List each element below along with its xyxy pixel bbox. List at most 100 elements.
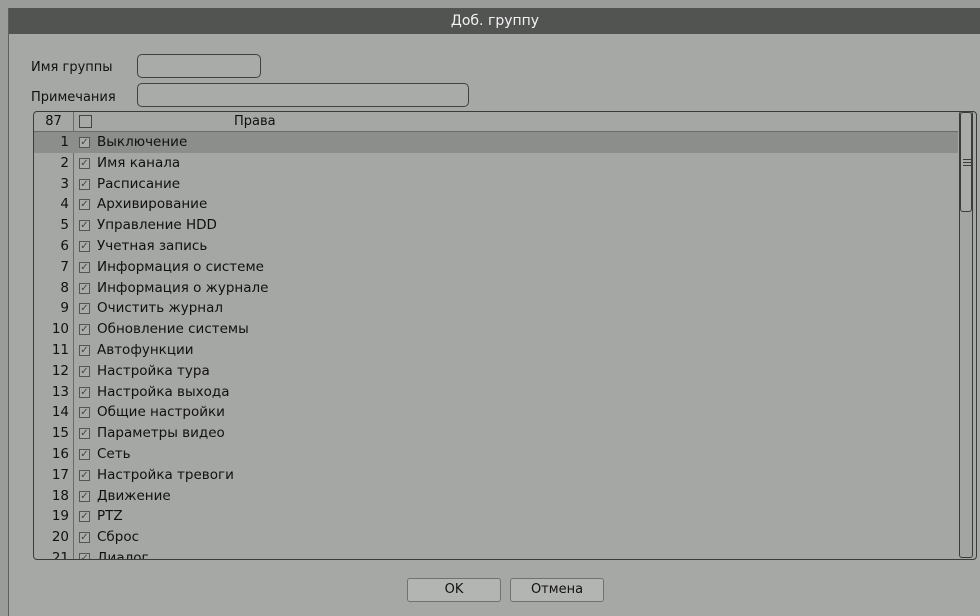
permission-checkbox[interactable]: ✓	[79, 469, 90, 481]
notes-label: Примечания	[31, 90, 116, 105]
group-name-input[interactable]	[137, 54, 261, 78]
permissions-count: 87	[45, 114, 62, 129]
permission-checkbox[interactable]: ✓	[79, 137, 90, 148]
select-all-checkbox[interactable]	[79, 115, 92, 128]
permission-row[interactable]: 19 ✓ PTZ	[34, 506, 958, 527]
permission-row[interactable]: 1 ✓ Выключение	[34, 132, 958, 153]
row-number: 10	[51, 321, 69, 338]
permissions-list-header: 87 Права	[34, 112, 958, 132]
row-number: 9	[60, 300, 69, 317]
permission-label: Сброс	[97, 529, 140, 546]
permission-checkbox[interactable]: ✓	[79, 552, 90, 559]
permission-label: Движение	[97, 487, 171, 504]
permission-row[interactable]: 14 ✓ Общие настройки	[34, 402, 958, 423]
add-group-dialog: Доб. группу Имя группы Примечания 87 Пра…	[8, 8, 980, 616]
permission-checkbox[interactable]: ✓	[79, 178, 90, 190]
row-number: 5	[60, 217, 69, 234]
row-number: 11	[51, 341, 69, 358]
permission-checkbox[interactable]: ✓	[79, 407, 90, 419]
permission-label: Параметры видео	[97, 425, 225, 442]
row-number: 3	[60, 175, 69, 192]
row-number: 12	[51, 362, 69, 379]
group-name-label: Имя группы	[31, 60, 113, 75]
permission-label: Настройка тура	[97, 362, 210, 379]
thumb-grip-line	[963, 165, 971, 166]
permission-checkbox[interactable]: ✓	[79, 303, 90, 315]
permission-label: Выключение	[97, 134, 188, 150]
row-number: 21	[51, 549, 69, 560]
permission-row[interactable]: 11 ✓ Автофункции	[34, 340, 958, 361]
permission-label: Архивирование	[97, 196, 208, 213]
permission-row[interactable]: 3 ✓ Расписание	[34, 174, 958, 195]
permission-checkbox[interactable]: ✓	[79, 282, 90, 294]
row-number: 15	[51, 425, 69, 442]
permission-label: Настройка тревоги	[97, 466, 234, 483]
row-number: 20	[51, 529, 69, 546]
permission-row[interactable]: 10 ✓ Обновление системы	[34, 319, 958, 340]
permission-row[interactable]: 21 ✓ Диалог	[34, 548, 958, 560]
thumb-grip-line	[963, 162, 971, 163]
dialog-title: Доб. группу	[9, 8, 980, 34]
permission-label: Настройка выхода	[97, 383, 230, 400]
ok-button[interactable]: OK	[407, 578, 501, 602]
row-number: 7	[60, 258, 69, 275]
permission-row[interactable]: 15 ✓ Параметры видео	[34, 423, 958, 444]
permission-checkbox[interactable]: ✓	[79, 428, 90, 440]
permission-checkbox[interactable]: ✓	[79, 490, 90, 502]
permission-checkbox[interactable]: ✓	[79, 386, 90, 398]
permission-row[interactable]: 12 ✓ Настройка тура	[34, 361, 958, 382]
permission-checkbox[interactable]: ✓	[79, 344, 90, 356]
permission-row[interactable]: 16 ✓ Сеть	[34, 444, 958, 465]
permission-row[interactable]: 6 ✓ Учетная запись	[34, 236, 958, 257]
thumb-grip-line	[963, 159, 971, 160]
row-number: 17	[51, 466, 69, 483]
permission-label: Управление HDD	[97, 217, 217, 234]
permission-label: Обновление системы	[97, 321, 249, 338]
permission-label: Сеть	[97, 445, 131, 462]
row-number: 4	[60, 196, 69, 213]
permission-label: Информация о системе	[97, 258, 264, 275]
permission-label: Расписание	[97, 175, 181, 192]
permissions-list: 87 Права 1 ✓ Выключение 2 ✓ Имя канала 3 ✓ Распи…	[33, 111, 977, 560]
permission-row[interactable]: 7 ✓ Информация о системе	[34, 257, 958, 278]
permission-row[interactable]: 5 ✓ Управление HDD	[34, 215, 958, 236]
row-number: 1	[60, 134, 69, 150]
permission-label: Автофункции	[97, 341, 194, 358]
row-number: 13	[51, 383, 69, 400]
permissions-rows: 1 ✓ Выключение 2 ✓ Имя канала 3 ✓ Расписание 4 ✓ Ар…	[34, 132, 958, 560]
row-number: 18	[51, 487, 69, 504]
permission-checkbox[interactable]: ✓	[79, 532, 90, 544]
row-number: 2	[60, 154, 69, 171]
notes-input[interactable]	[137, 83, 469, 107]
permission-label: Очистить журнал	[97, 300, 223, 317]
permission-row[interactable]: 8 ✓ Информация о журнале	[34, 278, 958, 299]
permission-checkbox[interactable]: ✓	[79, 365, 90, 377]
permission-checkbox[interactable]: ✓	[79, 511, 90, 523]
permission-checkbox[interactable]: ✓	[79, 240, 90, 252]
row-number: 16	[51, 445, 69, 462]
permission-row[interactable]: 2 ✓ Имя канала	[34, 153, 958, 174]
cancel-button[interactable]: Отмена	[510, 578, 604, 602]
permission-label: Учетная запись	[97, 237, 208, 254]
list-scrollbar[interactable]	[959, 111, 973, 558]
permission-label: Имя канала	[97, 154, 181, 171]
permission-row[interactable]: 4 ✓ Архивирование	[34, 194, 958, 215]
scrollbar-thumb[interactable]	[960, 112, 972, 212]
row-number: 14	[51, 404, 69, 421]
row-number: 8	[60, 279, 69, 296]
permission-label: Диалог	[97, 549, 149, 560]
permission-row[interactable]: 13 ✓ Настройка выхода	[34, 382, 958, 403]
permission-checkbox[interactable]: ✓	[79, 199, 90, 211]
permission-row[interactable]: 20 ✓ Сброс	[34, 527, 958, 548]
permission-label: Информация о журнале	[97, 279, 269, 296]
permission-label: Общие настройки	[97, 404, 225, 421]
permission-row[interactable]: 18 ✓ Движение	[34, 486, 958, 507]
permission-checkbox[interactable]: ✓	[79, 261, 90, 273]
permission-row[interactable]: 17 ✓ Настройка тревоги	[34, 465, 958, 486]
permission-checkbox[interactable]: ✓	[79, 448, 90, 460]
permission-row[interactable]: 9 ✓ Очистить журнал	[34, 298, 958, 319]
row-number: 19	[51, 508, 69, 525]
permission-checkbox[interactable]: ✓	[79, 324, 90, 336]
permission-checkbox[interactable]: ✓	[79, 220, 90, 232]
permission-checkbox[interactable]: ✓	[79, 157, 90, 169]
